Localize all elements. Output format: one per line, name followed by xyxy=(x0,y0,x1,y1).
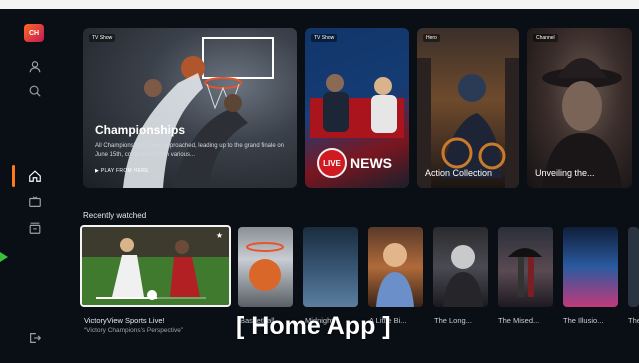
hero-title: Championships xyxy=(95,123,186,137)
live-icon[interactable] xyxy=(27,220,43,236)
soccer-thumbnail-image xyxy=(82,227,229,305)
hero-card-action-collection[interactable]: Hero Action Collection xyxy=(417,28,519,188)
basketball-scene-image xyxy=(123,37,274,188)
hero-caption: Unveiling the... xyxy=(535,168,595,178)
sidebar: CH xyxy=(0,9,56,352)
home-app-caption: [ Home App ] xyxy=(236,312,391,340)
live-news-logo: LIVE NEWS xyxy=(317,148,392,178)
recently-watched-item[interactable] xyxy=(628,227,639,307)
top-border xyxy=(0,0,639,9)
recently-watched-title: Recently watched xyxy=(83,211,147,220)
couple-rain-thumbnail-image xyxy=(508,248,542,297)
search-icon[interactable] xyxy=(27,83,43,99)
recently-watched-item[interactable] xyxy=(498,227,553,307)
active-indicator xyxy=(12,165,15,187)
hero-description: All Championships Week approached, leadi… xyxy=(95,143,285,158)
focused-item-title: VictoryView Sports Live! xyxy=(84,316,165,325)
hero-tag: TV Show xyxy=(311,34,338,42)
focused-item-subtitle: “Victory Champions's Perspective” xyxy=(84,327,184,334)
home-icon[interactable] xyxy=(27,168,43,184)
news-label: NEWS xyxy=(350,155,392,171)
favorite-icon[interactable]: ★ xyxy=(216,231,223,240)
hero-tag: TV Show xyxy=(89,34,116,42)
tv-guide-icon[interactable] xyxy=(27,194,43,210)
bottom-border xyxy=(0,352,639,363)
recently-watched-item[interactable] xyxy=(368,227,423,307)
recently-watched-item[interactable] xyxy=(433,227,488,307)
live-badge: LIVE xyxy=(317,148,347,178)
watch-progress-bar xyxy=(96,297,206,299)
hero-caption: Action Collection xyxy=(425,168,493,178)
detective-portrait-image xyxy=(542,58,622,188)
hero-card-unveiling[interactable]: Channel Unveiling the... xyxy=(527,28,632,188)
hero-card-live-news[interactable]: TV Show LIVE NEWS xyxy=(305,28,409,188)
recently-watched-item-focused[interactable]: ★ xyxy=(80,225,231,307)
basketball-thumbnail-image xyxy=(246,242,284,291)
profile-icon[interactable] xyxy=(27,59,43,75)
item-title: The Illusio... xyxy=(563,316,604,325)
girl-thumbnail-image xyxy=(376,243,414,307)
item-title: The... xyxy=(628,316,639,325)
motorcycle-rider-image xyxy=(417,58,519,188)
hero-tag: Hero xyxy=(423,34,440,42)
app-logo[interactable]: CH xyxy=(24,24,44,42)
play-from-here-button[interactable]: ▶ PLAY FROM HERE xyxy=(95,168,149,174)
logo-text: CH xyxy=(28,29,40,37)
portrait-thumbnail-image xyxy=(443,245,483,307)
item-title: The Long... xyxy=(434,316,472,325)
recently-watched-item[interactable] xyxy=(238,227,293,307)
recently-watched-item[interactable] xyxy=(563,227,618,307)
focus-arrow-icon xyxy=(0,252,8,262)
hero-card-championships[interactable]: TV Show Championships All Championships … xyxy=(83,28,297,188)
item-title: The Mised... xyxy=(498,316,540,325)
hero-tag: Channel xyxy=(533,34,558,42)
recently-watched-item[interactable] xyxy=(303,227,358,307)
exit-icon[interactable] xyxy=(27,330,43,346)
